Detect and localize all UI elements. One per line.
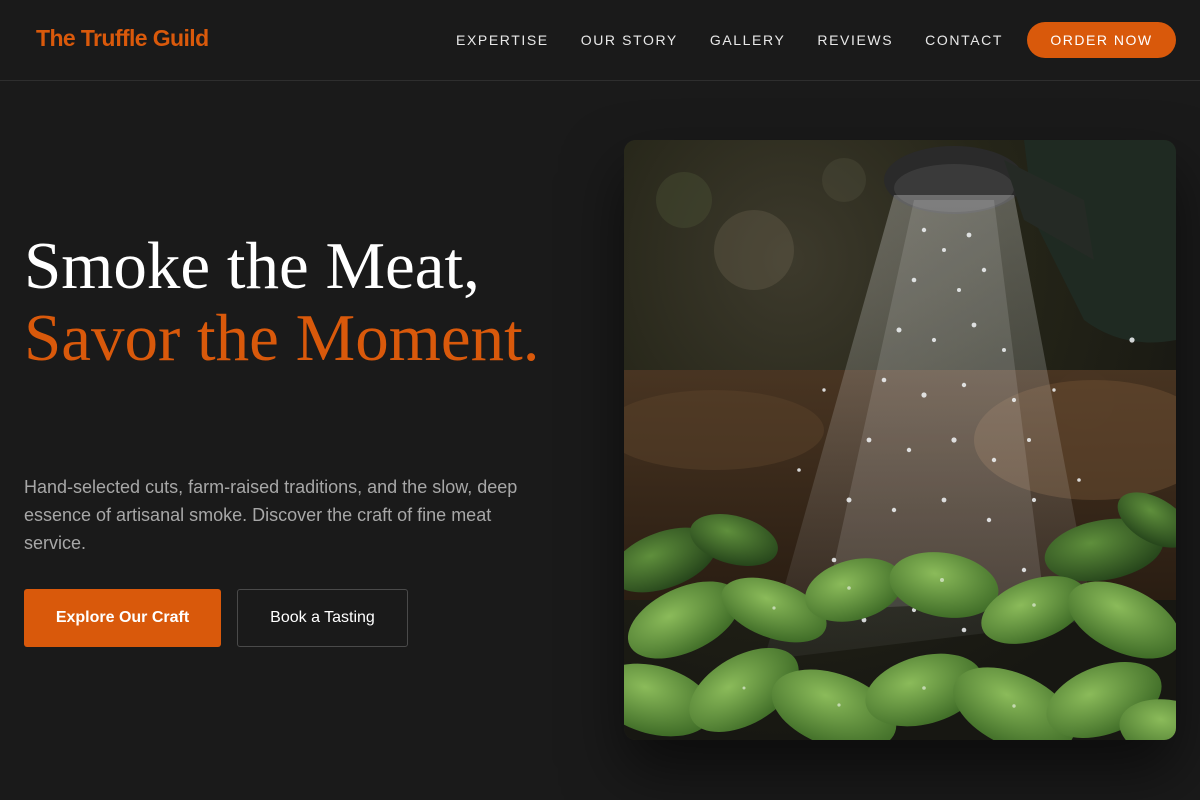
- nav-link-contact[interactable]: CONTACT: [925, 31, 1003, 49]
- watering-seedlings-image: [624, 140, 1176, 740]
- hero-description: Hand-selected cuts, farm-raised traditio…: [24, 477, 518, 553]
- hero-title: Smoke the Meat, Savor the Moment.: [24, 230, 584, 374]
- logo[interactable]: The Truffle Guild: [36, 25, 209, 52]
- book-tasting-button[interactable]: Book a Tasting: [237, 589, 408, 647]
- hero-image: [624, 140, 1176, 740]
- nav-link-reviews[interactable]: REVIEWS: [817, 31, 893, 49]
- nav-link-our-story[interactable]: OUR STORY: [581, 31, 678, 49]
- order-now-button[interactable]: ORDER NOW: [1027, 22, 1176, 58]
- main-nav: EXPERTISE OUR STORY GALLERY REVIEWS CONT…: [456, 31, 1003, 49]
- site-header: The Truffle Guild EXPERTISE OUR STORY GA…: [0, 0, 1200, 81]
- nav-link-expertise[interactable]: EXPERTISE: [456, 31, 549, 49]
- explore-craft-button[interactable]: Explore Our Craft: [24, 589, 221, 647]
- hero-title-accent: Savor the Moment.: [24, 301, 540, 375]
- nav-link-gallery[interactable]: GALLERY: [710, 31, 786, 49]
- hero-title-line: Smoke the Meat,: [24, 229, 480, 303]
